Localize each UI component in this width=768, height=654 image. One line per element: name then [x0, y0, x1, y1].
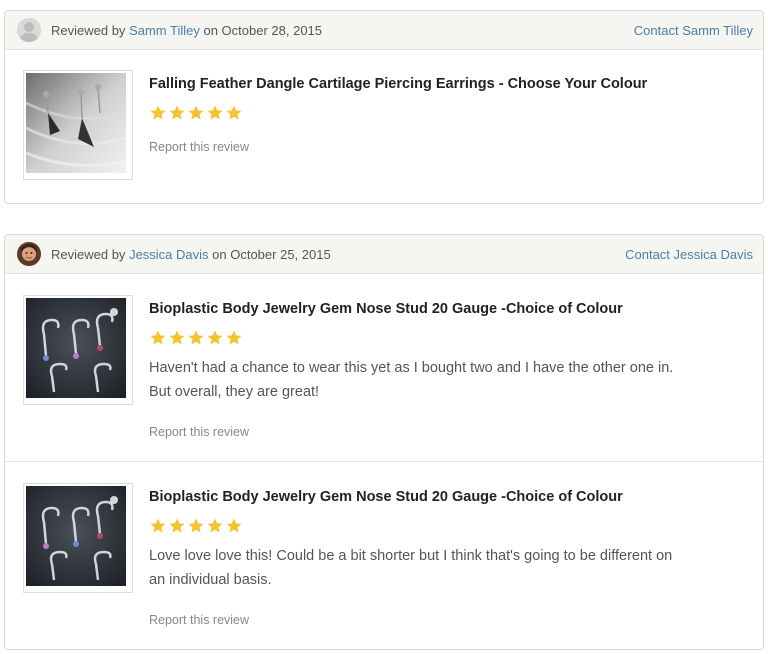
star-icon [206, 329, 224, 347]
star-icon [149, 329, 167, 347]
contact-reviewer-link[interactable]: Contact Jessica Davis [625, 247, 753, 262]
product-title-link[interactable]: Bioplastic Body Jewelry Gem Nose Stud 20… [149, 301, 623, 317]
reviewer-link[interactable]: Jessica Davis [129, 247, 208, 262]
review-item: Falling Feather Dangle Cartilage Piercin… [5, 50, 763, 202]
review-card-header: Reviewed by Jessica Davis on October 25,… [5, 235, 763, 274]
product-title-link[interactable]: Bioplastic Body Jewelry Gem Nose Stud 20… [149, 489, 623, 505]
review-date: on October 25, 2015 [212, 247, 331, 262]
star-icon [187, 329, 205, 347]
report-review-link[interactable]: Report this review [149, 425, 249, 439]
review-item: Bioplastic Body Jewelry Gem Nose Stud 20… [5, 274, 763, 461]
star-icon [149, 104, 167, 122]
product-title-link[interactable]: Falling Feather Dangle Cartilage Piercin… [149, 76, 647, 92]
review-text: Haven't had a chance to wear this yet as… [149, 360, 674, 400]
feather-earrings-image [26, 73, 130, 177]
review-item: Bioplastic Body Jewelry Gem Nose Stud 20… [5, 461, 763, 649]
reviewed-by-line: Reviewed by Samm Tilley on October 28, 2… [51, 23, 322, 38]
product-thumbnail[interactable] [23, 483, 133, 593]
star-rating [149, 329, 243, 347]
product-thumbnail[interactable] [23, 70, 133, 180]
review-text: Love love love this! Could be a bit shor… [149, 548, 673, 588]
star-icon [168, 329, 186, 347]
nose-stud-image [26, 298, 130, 402]
review-date: on October 28, 2015 [203, 23, 323, 38]
star-icon [168, 104, 186, 122]
star-icon [149, 517, 167, 535]
star-rating [149, 517, 243, 535]
contact-reviewer-link[interactable]: Contact Samm Tilley [634, 23, 753, 38]
reviewed-by-label: Reviewed by [51, 247, 126, 262]
star-icon [225, 517, 243, 535]
star-icon [206, 104, 224, 122]
reviewer-link[interactable]: Samm Tilley [129, 23, 200, 38]
star-icon [225, 104, 243, 122]
nose-stud-image [26, 486, 130, 590]
star-rating [149, 104, 243, 122]
star-icon [187, 517, 205, 535]
report-review-link[interactable]: Report this review [149, 613, 249, 627]
report-review-link[interactable]: Report this review [149, 140, 249, 154]
review-card: Reviewed by Samm Tilley on October 28, 2… [4, 10, 764, 204]
star-icon [187, 104, 205, 122]
reviewed-by-label: Reviewed by [51, 23, 126, 38]
product-thumbnail[interactable] [23, 295, 133, 405]
review-card-header: Reviewed by Samm Tilley on October 28, 2… [5, 11, 763, 50]
user-photo-avatar-icon[interactable] [17, 242, 41, 266]
review-card: Reviewed by Jessica Davis on October 25,… [4, 234, 764, 650]
star-icon [168, 517, 186, 535]
reviewed-by-line: Reviewed by Jessica Davis on October 25,… [51, 247, 331, 262]
star-icon [206, 517, 224, 535]
default-avatar-icon[interactable] [17, 18, 41, 42]
star-icon [225, 329, 243, 347]
